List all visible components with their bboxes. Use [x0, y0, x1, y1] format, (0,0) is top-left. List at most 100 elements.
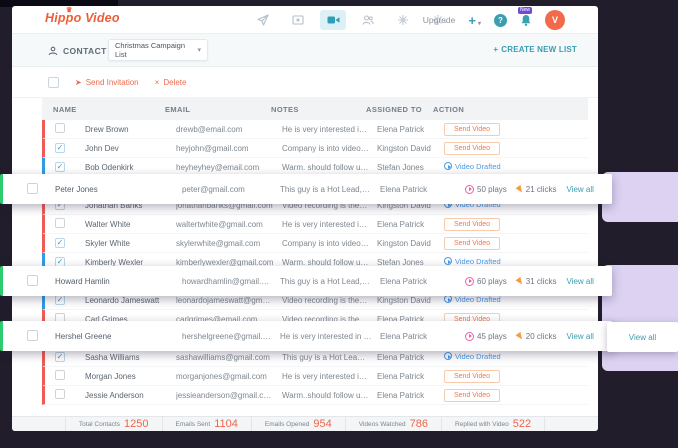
- send-invitation-button[interactable]: ➤ Send Invitation: [75, 78, 139, 87]
- create-new-list-button[interactable]: +CREATE NEW LIST: [493, 45, 577, 54]
- row-checkbox[interactable]: [55, 218, 65, 228]
- contact-email: peter@gmail.com: [182, 185, 280, 194]
- delete-button[interactable]: × Delete: [155, 78, 187, 87]
- contact-name: John Dev: [85, 144, 176, 153]
- view-all-link[interactable]: View all: [566, 332, 593, 341]
- send-video-button[interactable]: Send Video: [444, 370, 500, 383]
- main-nav: [250, 6, 451, 34]
- contact-notes: Warm..should follow up so...: [282, 391, 377, 400]
- send-video-button[interactable]: Send Video: [444, 123, 500, 136]
- assigned-to: Elena Patrick: [380, 332, 465, 341]
- view-all-link[interactable]: View all: [566, 185, 593, 194]
- contact-name: Drew Brown: [85, 125, 176, 134]
- column-header-name: NAME: [42, 105, 165, 114]
- nav-record[interactable]: [285, 10, 311, 30]
- footer-stat: Videos Watched 786: [346, 417, 442, 431]
- top-navigation-bar: ♛ Hippo Video: [12, 6, 598, 34]
- contact-email: leonardojameswatt@gmail.com: [176, 296, 282, 305]
- row-checkbox[interactable]: ✓: [55, 352, 65, 362]
- contacts-icon: [362, 14, 374, 26]
- contact-name: Howard Hamlin: [55, 277, 182, 286]
- contact-name: Skyler White: [85, 239, 176, 248]
- contact-notes: He is very interested in the prod...: [280, 332, 380, 341]
- row-checkbox[interactable]: ✓: [55, 143, 65, 153]
- row-checkbox[interactable]: [27, 330, 38, 341]
- video-drafted-link[interactable]: Video Drafted: [444, 295, 501, 304]
- contact-person-icon: [48, 46, 58, 56]
- send-video-button[interactable]: Send Video: [444, 389, 500, 402]
- cursor-click-icon: [515, 276, 524, 285]
- video-drafted-link[interactable]: Video Drafted: [444, 352, 501, 361]
- video-stats: 50 plays 21 clicks View all: [465, 185, 612, 194]
- video-camera-icon: [327, 14, 340, 26]
- contact-notes: He is very interested in the prod...: [282, 372, 377, 381]
- row-checkbox[interactable]: ✓: [55, 238, 65, 248]
- view-all-card[interactable]: View all: [607, 322, 678, 352]
- nav-send[interactable]: [250, 10, 276, 30]
- desktop-background: ♛ Hippo Video: [0, 0, 678, 448]
- side-panel-fragment-bottom: [602, 265, 678, 371]
- assigned-to: Kingston David: [377, 144, 444, 153]
- column-header-email: EMAIL: [165, 105, 271, 114]
- assigned-to: Elena Patrick: [377, 391, 444, 400]
- top-right-controls: Upgrade +▾ ? New V: [423, 6, 565, 34]
- row-checkbox[interactable]: ✓: [55, 162, 65, 172]
- contact-email: hershelgreene@gmail.com: [182, 332, 280, 341]
- video-drafted-link[interactable]: Video Drafted: [444, 257, 501, 266]
- contact-notes: He is very interested in the prod...: [282, 125, 377, 134]
- row-checkbox[interactable]: [27, 183, 38, 194]
- stats-footer: Total Contacts 1250 Emails Sent 1104 Ema…: [12, 416, 598, 431]
- column-header-notes: NOTES: [271, 105, 366, 114]
- contact-notes: Company is into video produ...: [282, 239, 377, 248]
- video-stats: 60 plays 31 clicks View all: [465, 277, 612, 286]
- create-dropdown[interactable]: +▾: [468, 13, 481, 28]
- plus-icon: +: [468, 13, 476, 28]
- contact-notes: Video recording is the mai...: [282, 296, 377, 305]
- row-checkbox[interactable]: [55, 370, 65, 380]
- help-button[interactable]: ?: [494, 14, 507, 27]
- send-video-button[interactable]: Send Video: [444, 237, 500, 250]
- column-header-assigned: ASSIGNED TO: [366, 105, 433, 114]
- table-row: Morgan Jones morganjones@gmail.com He is…: [42, 367, 588, 386]
- nav-video-library[interactable]: [320, 10, 346, 30]
- cursor-click-icon: [515, 184, 524, 193]
- row-checkbox[interactable]: ✓: [55, 295, 65, 305]
- contact-name: Jessie Anderson: [85, 391, 176, 400]
- assigned-to: Elena Patrick: [377, 353, 444, 362]
- contact-email: howardhamlin@gmail.com: [182, 277, 280, 286]
- bell-icon: [520, 14, 532, 27]
- send-video-button[interactable]: Send Video: [444, 142, 500, 155]
- clicks-stat: 31 clicks: [517, 277, 557, 286]
- select-all-checkbox[interactable]: [48, 77, 59, 88]
- table-row: Walter White waltertwhite@gmail.com He i…: [42, 215, 588, 234]
- send-icon: [257, 14, 269, 26]
- contact-notes: Company is into video produ...: [282, 144, 377, 153]
- assigned-to: Stefan Jones: [377, 163, 444, 172]
- row-checkbox[interactable]: [55, 123, 65, 133]
- contact-name: Leonardo Jameswatt: [85, 296, 176, 305]
- play-circle-icon: [444, 257, 452, 265]
- assigned-to: Elena Patrick: [380, 277, 465, 286]
- list-selector[interactable]: Christmas Campaign List ▾: [108, 39, 208, 61]
- view-all-link[interactable]: View all: [566, 277, 593, 286]
- send-video-button[interactable]: Send Video: [444, 218, 500, 231]
- row-checkbox[interactable]: [27, 275, 38, 286]
- contact-notes: This guy is a Hot Lead, so...: [282, 353, 377, 362]
- app-window: ♛ Hippo Video: [12, 6, 598, 431]
- nav-contacts[interactable]: [355, 10, 381, 30]
- contact-email: heyheyhey@email.com: [176, 163, 282, 172]
- avatar[interactable]: V: [545, 10, 565, 30]
- footer-stat: Replied with Video 522: [442, 417, 545, 431]
- chevron-down-icon: ▾: [197, 46, 201, 54]
- close-icon: ×: [155, 78, 160, 87]
- assigned-to: Elena Patrick: [377, 125, 444, 134]
- upgrade-link[interactable]: Upgrade: [423, 15, 456, 25]
- assigned-to: Kingston David: [377, 239, 444, 248]
- video-drafted-link[interactable]: Video Drafted: [444, 162, 501, 171]
- send-arrow-icon: ➤: [75, 78, 82, 87]
- play-circle-icon: [444, 352, 452, 360]
- row-checkbox[interactable]: [55, 389, 65, 399]
- contact-email: skylerwhite@gmail.com: [176, 239, 282, 248]
- nav-integrations[interactable]: [390, 10, 416, 30]
- notifications-button[interactable]: New: [520, 14, 532, 27]
